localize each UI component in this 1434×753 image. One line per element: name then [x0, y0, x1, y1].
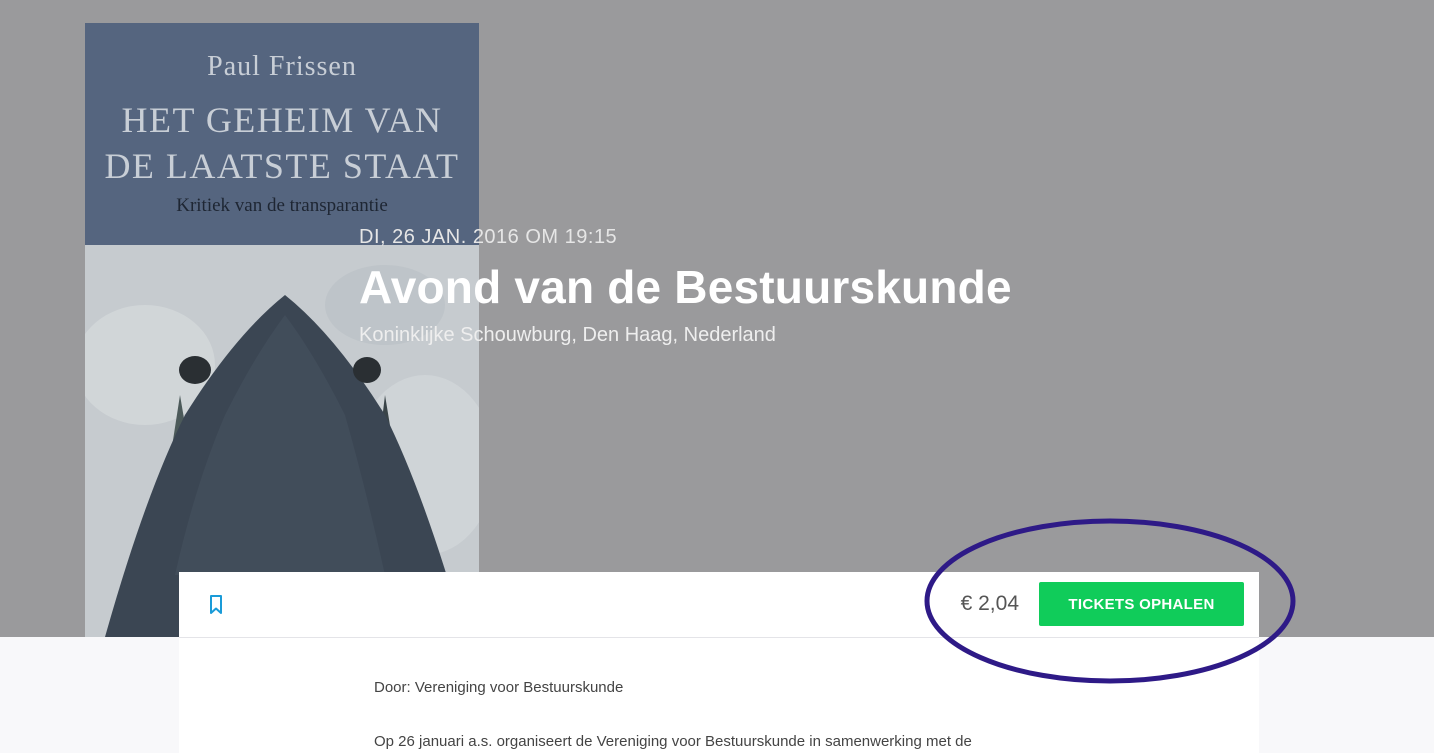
ticket-bar: € 2,04 TICKETS OPHALEN	[179, 572, 1259, 638]
cover-title: HET GEHEIM VAN DE LAATSTE STAAT	[85, 97, 479, 189]
cover-author: Paul Frissen	[207, 51, 357, 82]
event-panel: € 2,04 TICKETS OPHALEN Door: Vereniging …	[179, 572, 1259, 753]
event-date: DI, 26 JAN. 2016 OM 19:15	[359, 226, 618, 248]
event-description: Op 26 januari a.s. organiseert de Vereni…	[374, 733, 972, 750]
ticket-price: € 2,04	[960, 592, 1019, 615]
event-header: DI, 26 JAN. 2016 OM 19:15 Avond van de B…	[359, 224, 1012, 348]
event-title: Avond van de Bestuurskunde	[359, 261, 1012, 313]
bookmark-icon[interactable]	[208, 594, 224, 615]
event-organizer: Door: Vereniging voor Bestuurskunde	[374, 679, 624, 696]
cover-title-block: Paul Frissen HET GEHEIM VAN DE LAATSTE S…	[85, 23, 479, 245]
event-location: Koninklijke Schouwburg, Den Haag, Nederl…	[359, 324, 776, 346]
cover-subtitle: Kritiek van de transparantie	[176, 195, 388, 216]
event-hero: Paul Frissen HET GEHEIM VAN DE LAATSTE S…	[0, 0, 1434, 637]
cover-title-line-2: DE LAATSTE STAAT	[104, 146, 460, 186]
get-tickets-button[interactable]: TICKETS OPHALEN	[1039, 582, 1244, 626]
cover-title-line-1: HET GEHEIM VAN	[121, 100, 443, 140]
